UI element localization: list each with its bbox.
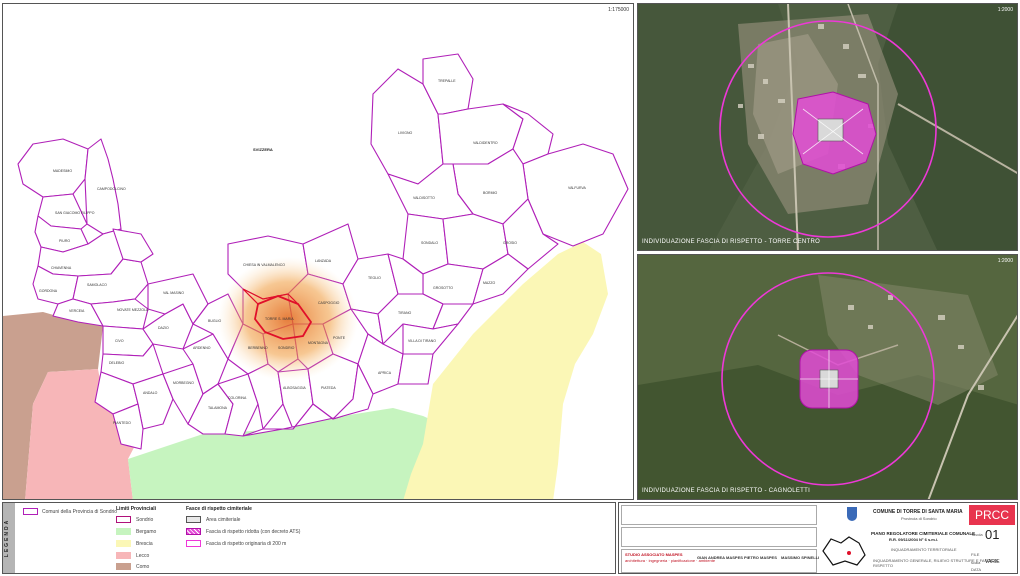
swatch-lecco [116, 552, 131, 559]
legend-limit-sondrio: Sondrio [136, 517, 154, 523]
svg-text:ANDALO: ANDALO [143, 391, 158, 395]
svg-text:GROSOTTO: GROSOTTO [433, 286, 453, 290]
legend-limit-bergamo: Bergamo [136, 529, 157, 535]
tavola-number: 01 [985, 527, 1000, 542]
municipality-locator-icon [822, 536, 866, 566]
legend-fascia-200m: Fascia di rispetto originaria di 200 m [206, 541, 287, 547]
tb-approval-cells [621, 527, 817, 547]
scala-value: VARIE [985, 559, 1000, 565]
svg-text:GORDONA: GORDONA [39, 289, 58, 293]
svg-text:MONTAGNA: MONTAGNA [308, 341, 329, 345]
comune-name: COMUNE DI TORRE DI SANTA MARIA [873, 509, 963, 515]
svg-text:VALFURVA: VALFURVA [568, 186, 587, 190]
title-block: STUDIO ASSOCIATO MASPES architettura · i… [618, 502, 1018, 574]
svg-text:SAMOLACO: SAMOLACO [87, 283, 107, 287]
person-2: PIETRO MASPES [744, 555, 777, 560]
legge-ref: R.R. 09/11/2004 N° 6 s.m.i. [889, 537, 939, 542]
svg-text:TREPALLE: TREPALLE [438, 79, 456, 83]
photo-bottom-scale: 1:2000 [997, 258, 1013, 264]
svg-text:PIURO: PIURO [59, 239, 70, 243]
svg-text:CHIAVENNA: CHIAVENNA [51, 266, 72, 270]
svg-text:SONDRIO: SONDRIO [278, 346, 295, 350]
svg-text:VAL MASINO: VAL MASINO [163, 291, 184, 295]
swatch-sondrio [116, 516, 131, 523]
drawing-title-1: INQUADRAMENTO TERRITORIALE [891, 547, 957, 552]
svg-text:BUGLIO: BUGLIO [208, 319, 222, 323]
region-label-svizzera: SVIZZERA [253, 147, 273, 152]
svg-text:BORMIO: BORMIO [483, 191, 497, 195]
svg-text:TORRE S. MARIA: TORRE S. MARIA [265, 317, 294, 321]
legend-panel: LEGENDA Comuni della Provincia di Sondri… [2, 502, 616, 574]
aerial-photo-cagnoletti: 1:2000 INDIVIDUAZIONE FASCIA DI RISPETTO… [637, 254, 1018, 500]
swatch-area-cimiteriale [186, 516, 201, 523]
provincial-map: 1:175000 SVIZZERA MADESIMO CAMPODOLCINO … [2, 3, 634, 500]
svg-text:CHIESA IN VALMALENCO: CHIESA IN VALMALENCO [243, 263, 285, 267]
aerial-photo-torre-centro: 1:2000 INDIVIDUAZIONE FASCIA DI RISPETTO… [637, 3, 1018, 251]
map-canvas: SVIZZERA MADESIMO CAMPODOLCINO SAN GIACO… [3, 53, 629, 499]
legend-fascia-area: Area cimiteriale [206, 517, 241, 523]
svg-text:LANZADA: LANZADA [315, 259, 332, 263]
svg-text:LIVIGNO: LIVIGNO [398, 131, 412, 135]
legend-comuni: Comuni della Provincia di Sondrio [42, 509, 118, 515]
file-label: FILE [971, 552, 980, 557]
tavola-label: Tavola [971, 532, 983, 537]
svg-text:ARDENNO: ARDENNO [193, 346, 211, 350]
svg-text:COLORINA: COLORINA [228, 396, 247, 400]
legend-limit-brescia: Brescia [136, 541, 153, 547]
firm-name: STUDIO ASSOCIATO MASPES [625, 552, 683, 557]
aerial-top-canvas [638, 4, 1017, 250]
map-scale-label: 1:175000 [608, 7, 629, 13]
svg-text:DAZIO: DAZIO [158, 326, 169, 330]
swatch-comuni [23, 508, 38, 515]
legend-side-tab: LEGENDA [3, 503, 15, 573]
photo-top-caption: INDIVIDUAZIONE FASCIA DI RISPETTO - TORR… [642, 239, 821, 245]
svg-text:MADESIMO: MADESIMO [53, 169, 72, 173]
piano-title: PIANO REGOLATORE CIMITERIALE COMUNALE [871, 531, 976, 536]
svg-text:CIVO: CIVO [115, 339, 124, 343]
tb-header-cells [621, 505, 817, 525]
svg-text:VALDISOTTO: VALDISOTTO [413, 196, 435, 200]
svg-text:VALDIDENTRO: VALDIDENTRO [473, 141, 498, 145]
legend-limit-lecco: Lecco [136, 553, 150, 559]
swatch-bergamo [116, 528, 131, 535]
scala-label: scala [971, 560, 981, 565]
svg-text:APRICA: APRICA [378, 371, 392, 375]
svg-text:CAMPODOLCINO: CAMPODOLCINO [97, 187, 126, 191]
aerial-bottom-canvas [638, 255, 1017, 499]
data-label: DATA [971, 567, 982, 572]
legend-limiti-title: Limiti Provinciali [116, 506, 157, 512]
svg-text:PIATEDA: PIATEDA [321, 386, 336, 390]
photo-top-scale: 1:2000 [997, 7, 1013, 13]
svg-text:NOVATE MEZZOLA: NOVATE MEZZOLA [117, 308, 149, 312]
photo-bottom-caption: INDIVIDUAZIONE FASCIA DI RISPETTO - CAGN… [642, 488, 811, 494]
svg-text:BERBENNO: BERBENNO [248, 346, 268, 350]
svg-text:PIANTEDO: PIANTEDO [113, 421, 131, 425]
svg-text:VERCEIA: VERCEIA [69, 309, 85, 313]
svg-text:SONDALO: SONDALO [421, 241, 438, 245]
svg-text:DELEBIO: DELEBIO [109, 361, 124, 365]
svg-text:TIRANO: TIRANO [398, 311, 412, 315]
legend-fascia-ridotta: Fascia di rispetto ridotta (con decreto … [206, 529, 301, 535]
person-1: GIAN ANDREA MASPES [697, 555, 743, 560]
svg-text:GROSIO: GROSIO [503, 241, 517, 245]
svg-text:VILLA DI TIRANO: VILLA DI TIRANO [408, 339, 436, 343]
svg-text:TEGLIO: TEGLIO [368, 276, 381, 280]
prcc-code-badge: PRCC [969, 505, 1015, 525]
swatch-fascia-200m [186, 540, 201, 547]
svg-text:SAN GIACOMO FILIPPO: SAN GIACOMO FILIPPO [55, 211, 95, 215]
svg-text:MAZZO: MAZZO [483, 281, 496, 285]
svg-text:CASPOGGIO: CASPOGGIO [318, 301, 340, 305]
legend-fasce-title: Fasce di rispetto cimiteriale [186, 506, 252, 512]
person-3: MASSIMO SPINELLI [781, 555, 820, 560]
swatch-brescia [116, 540, 131, 547]
svg-text:TALAMONA: TALAMONA [208, 406, 228, 410]
svg-text:MORBEGNO: MORBEGNO [173, 381, 194, 385]
svg-text:PONTE: PONTE [333, 336, 346, 340]
swatch-fascia-ridotta [186, 528, 201, 535]
provincia: Provincia di Sondrio [901, 516, 937, 521]
coat-of-arms-icon [847, 507, 857, 521]
swatch-como [116, 563, 131, 570]
svg-text:ALBOSAGGIA: ALBOSAGGIA [283, 386, 306, 390]
legend-limit-como: Como [136, 564, 150, 570]
